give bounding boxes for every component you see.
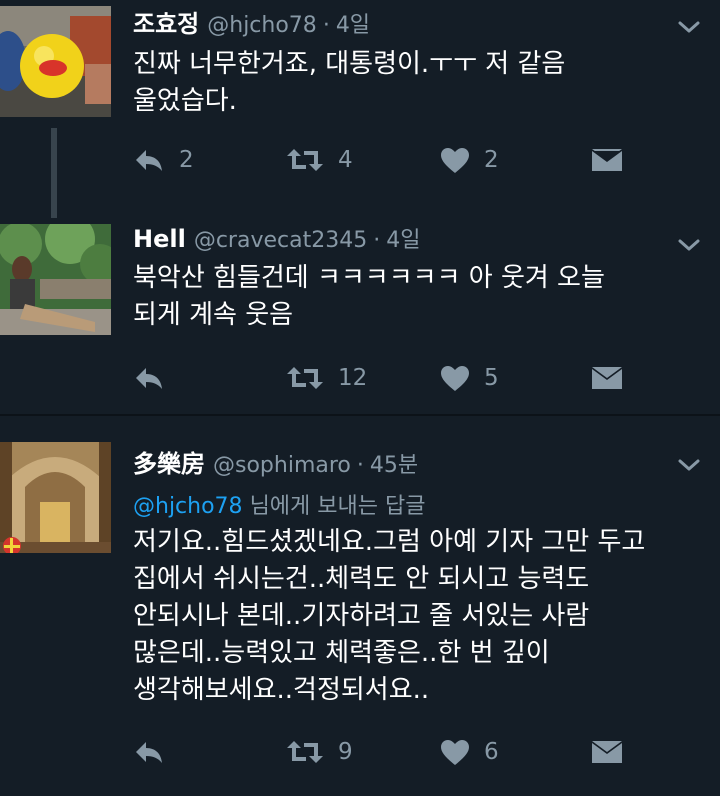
tweet-text: 저기요..힘드셨겠네요.그럼 아예 기자 그만 두고 집에서 쉬시는건..체력도… bbox=[133, 524, 693, 709]
direct-message-button[interactable] bbox=[591, 362, 623, 394]
chevron-down-icon[interactable] bbox=[676, 14, 702, 40]
timestamp[interactable]: 4일 bbox=[386, 228, 420, 253]
tweet-text-line: 울었습다. bbox=[133, 86, 237, 116]
reply-count: 2 bbox=[179, 147, 194, 173]
heart-icon bbox=[441, 365, 469, 391]
thread-line bbox=[51, 128, 57, 218]
timestamp[interactable]: 45분 bbox=[370, 453, 418, 478]
like-button[interactable]: 6 bbox=[440, 736, 499, 768]
reply-button[interactable]: 2 bbox=[133, 144, 194, 176]
retweet-button[interactable]: 12 bbox=[286, 362, 367, 394]
tweet-text-line: 되게 계속 웃음 bbox=[133, 300, 294, 330]
action-bar: 2 4 2 bbox=[133, 144, 622, 176]
like-button[interactable]: 2 bbox=[440, 144, 499, 176]
action-bar: 12 5 bbox=[133, 362, 622, 394]
separator-dot: · bbox=[322, 13, 330, 38]
retweet-button[interactable]: 4 bbox=[286, 144, 353, 176]
tweet-text: 진짜 너무한거죠, 대통령이.ㅜㅜ 저 같음 울었습다. bbox=[133, 46, 693, 120]
retweet-icon bbox=[287, 149, 323, 171]
display-name[interactable]: 多樂房 bbox=[133, 450, 205, 478]
tweet-text-line: 많은데..능력있고 체력좋은..한 번 깊이 bbox=[133, 638, 550, 668]
replying-to: @hjcho78 님에게 보내는 답글 bbox=[133, 488, 425, 520]
tweet-text-line: 생각해보세요..걱정되서요.. bbox=[133, 675, 430, 705]
tweet-header: 多樂房 @sophimaro · 45분 bbox=[133, 444, 418, 479]
user-handle[interactable]: @hjcho78 bbox=[207, 13, 317, 38]
tweet-1[interactable]: 조효정 @hjcho78 · 4일 진짜 너무한거죠, 대통령이.ㅜㅜ 저 같음 울었… bbox=[0, 0, 720, 218]
action-bar: 9 6 bbox=[133, 736, 622, 768]
retweet-button[interactable]: 9 bbox=[286, 736, 353, 768]
user-handle[interactable]: @sophimaro bbox=[213, 453, 351, 478]
retweet-icon bbox=[287, 367, 323, 389]
direct-message-button[interactable] bbox=[591, 736, 623, 768]
tweet-text: 북악산 힘들건데 ㅋㅋㅋㅋㅋㅋ 아 웃겨 오늘 되게 계속 웃음 bbox=[133, 260, 693, 334]
avatar[interactable] bbox=[0, 442, 111, 553]
display-name[interactable]: 조효정 bbox=[133, 10, 199, 38]
timestamp[interactable]: 4일 bbox=[336, 13, 370, 38]
reply-icon bbox=[136, 368, 162, 389]
reply-mention-link[interactable]: @hjcho78 bbox=[133, 494, 243, 519]
like-count: 2 bbox=[484, 147, 499, 173]
tweet-text-line: 안되시나 본데..기자하려고 줄 서있는 사람 bbox=[133, 601, 590, 631]
avatar[interactable] bbox=[0, 6, 111, 117]
reply-button[interactable] bbox=[133, 362, 179, 394]
tweet-2[interactable]: Hell @cravecat2345 · 4일 북악산 힘들건데 ㅋㅋㅋㅋㅋㅋ 아 웃… bbox=[0, 218, 720, 414]
like-button[interactable]: 5 bbox=[440, 362, 499, 394]
like-count: 6 bbox=[484, 739, 499, 765]
tweet-header: 조효정 @hjcho78 · 4일 bbox=[133, 4, 370, 39]
envelope-icon bbox=[592, 149, 622, 171]
avatar[interactable] bbox=[0, 224, 111, 335]
separator-dot: · bbox=[373, 228, 381, 253]
reply-icon bbox=[136, 742, 162, 763]
like-count: 5 bbox=[484, 365, 499, 391]
reply-icon bbox=[136, 150, 162, 171]
tweet-text-line: 북악산 힘들건데 ㅋㅋㅋㅋㅋㅋ 아 웃겨 오늘 bbox=[133, 263, 605, 293]
separator-dot: · bbox=[356, 453, 364, 478]
retweet-count: 12 bbox=[338, 365, 368, 391]
envelope-icon bbox=[592, 367, 622, 389]
tweet-header: Hell @cravecat2345 · 4일 bbox=[133, 222, 420, 254]
retweet-count: 4 bbox=[338, 147, 353, 173]
direct-message-button[interactable] bbox=[591, 144, 623, 176]
display-name[interactable]: Hell bbox=[133, 225, 186, 253]
heart-icon bbox=[441, 147, 469, 173]
tweet-text-line: 집에서 쉬시는건..체력도 안 되시고 능력도 bbox=[133, 564, 590, 594]
tweet-text-line: 저기요..힘드셨겠네요.그럼 아예 기자 그만 두고 bbox=[133, 527, 646, 557]
user-handle[interactable]: @cravecat2345 bbox=[194, 228, 367, 253]
tweet-text-line: 진짜 너무한거죠, 대통령이.ㅜㅜ 저 같음 bbox=[133, 49, 566, 79]
retweet-count: 9 bbox=[338, 739, 353, 765]
reply-to-label: 님에게 보내는 답글 bbox=[249, 494, 426, 519]
reply-button[interactable] bbox=[133, 736, 179, 768]
retweet-icon bbox=[287, 741, 323, 763]
chevron-down-icon[interactable] bbox=[676, 452, 702, 478]
tweet-3[interactable]: 多樂房 @sophimaro · 45분 @hjcho78 님에게 보내는 답글 저기… bbox=[0, 416, 720, 796]
chevron-down-icon[interactable] bbox=[676, 232, 702, 258]
envelope-icon bbox=[592, 741, 622, 763]
heart-icon bbox=[441, 739, 469, 765]
